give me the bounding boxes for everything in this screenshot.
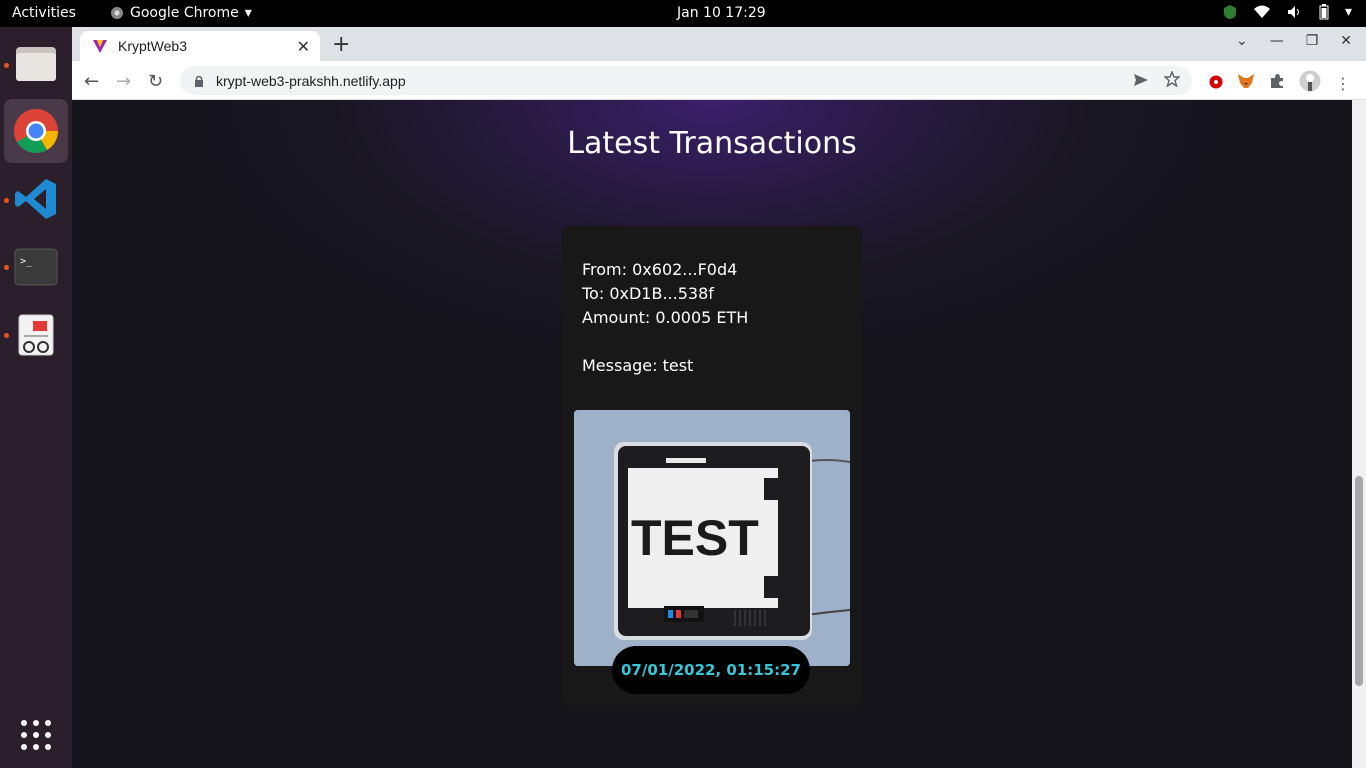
page-title: Latest Transactions [567, 126, 857, 161]
metamask-fox-icon[interactable] [1237, 73, 1255, 93]
url-text: krypt-web3-prakshh.netlify.app [216, 72, 406, 89]
tab-title: KryptWeb3 [118, 38, 187, 54]
vscode-app-icon[interactable] [4, 167, 68, 231]
tab-kryptweb3[interactable]: KryptWeb3 ✕ [80, 31, 320, 61]
image-text: TEST [631, 510, 759, 566]
message: Message: test [582, 356, 694, 375]
tab-search-icon[interactable]: ⌄ [1236, 33, 1248, 49]
clock[interactable]: Jan 10 17:29 [677, 5, 766, 21]
dock: >_ [0, 27, 72, 768]
restore-icon[interactable]: ❐ [1306, 33, 1319, 49]
page-content: Latest Transactions From: 0x602...F0d4 T… [72, 100, 1352, 768]
shield-icon [1223, 4, 1237, 20]
printer-test-illustration: TEST [574, 410, 850, 666]
transaction-card: From: 0x602...F0d4 To: 0xD1B...538f Amou… [562, 226, 862, 706]
svg-text:>_: >_ [20, 256, 33, 267]
tab-strip: KryptWeb3 ✕ + ⌄ — ❐ ✕ [72, 27, 1366, 61]
chevron-down-icon: ▾ [244, 5, 252, 21]
to-address[interactable]: To: 0xD1B...538f [582, 282, 748, 306]
chrome-app-icon[interactable] [4, 99, 68, 163]
kryptweb3-favicon [93, 40, 107, 53]
more-options-icon[interactable]: ⋮ [1335, 74, 1351, 93]
close-window-icon[interactable]: ✕ [1340, 33, 1352, 49]
amount: Amount: 0.0005 ETH [582, 308, 749, 327]
activities-button[interactable]: Activities [12, 5, 76, 21]
files-app-icon[interactable] [4, 31, 68, 95]
record-extension-icon[interactable] [1209, 74, 1223, 93]
page-scrollbar[interactable] [1352, 100, 1366, 768]
address-bar[interactable]: krypt-web3-prakshh.netlify.app [180, 66, 1192, 95]
bookmark-star-icon[interactable] [1163, 69, 1181, 91]
transaction-details: From: 0x602...F0d4 To: 0xD1B...538f Amou… [582, 258, 748, 378]
chevron-down-icon: ▾ [1344, 4, 1352, 20]
window-controls: ⌄ — ❐ ✕ [1222, 27, 1366, 55]
close-icon[interactable]: ✕ [297, 37, 310, 56]
app-menu-label: Google Chrome [130, 5, 239, 21]
system-top-bar: Activities Google Chrome ▾ Jan 10 17:29 … [0, 0, 1366, 27]
profile-avatar[interactable] [1299, 70, 1321, 96]
timestamp-badge: 07/01/2022, 01:15:27 [612, 646, 810, 694]
terminal-app-icon[interactable]: >_ [4, 235, 68, 299]
system-tray[interactable]: ▾ [1223, 4, 1352, 20]
reload-icon[interactable]: ↻ [148, 71, 163, 92]
app-menu[interactable]: Google Chrome ▾ [110, 5, 252, 21]
puzzle-extensions-icon[interactable] [1269, 73, 1285, 93]
extensions-area: ⋮ [1209, 70, 1351, 96]
lock-icon [195, 75, 203, 87]
browser-window: KryptWeb3 ✕ + ⌄ — ❐ ✕ ← → ↻ krypt-web3-p… [72, 27, 1366, 768]
forward-arrow-icon[interactable]: → [116, 71, 131, 92]
new-tab-button[interactable]: + [332, 32, 350, 57]
scrollbar-thumb[interactable] [1355, 476, 1363, 686]
wifi-icon [1253, 5, 1271, 19]
volume-icon [1287, 5, 1303, 19]
send-icon[interactable] [1134, 71, 1148, 90]
from-address[interactable]: From: 0x602...F0d4 [582, 258, 748, 282]
document-viewer-app-icon[interactable] [4, 303, 68, 367]
transaction-gif-image: TEST [574, 410, 850, 666]
browser-toolbar: ← → ↻ krypt-web3-prakshh.netlify.app ⋮ [72, 61, 1366, 100]
show-apps-icon[interactable] [4, 703, 68, 767]
minimize-icon[interactable]: — [1270, 33, 1284, 49]
chrome-small-icon [111, 7, 123, 19]
back-arrow-icon[interactable]: ← [84, 71, 99, 92]
battery-icon [1319, 4, 1329, 20]
